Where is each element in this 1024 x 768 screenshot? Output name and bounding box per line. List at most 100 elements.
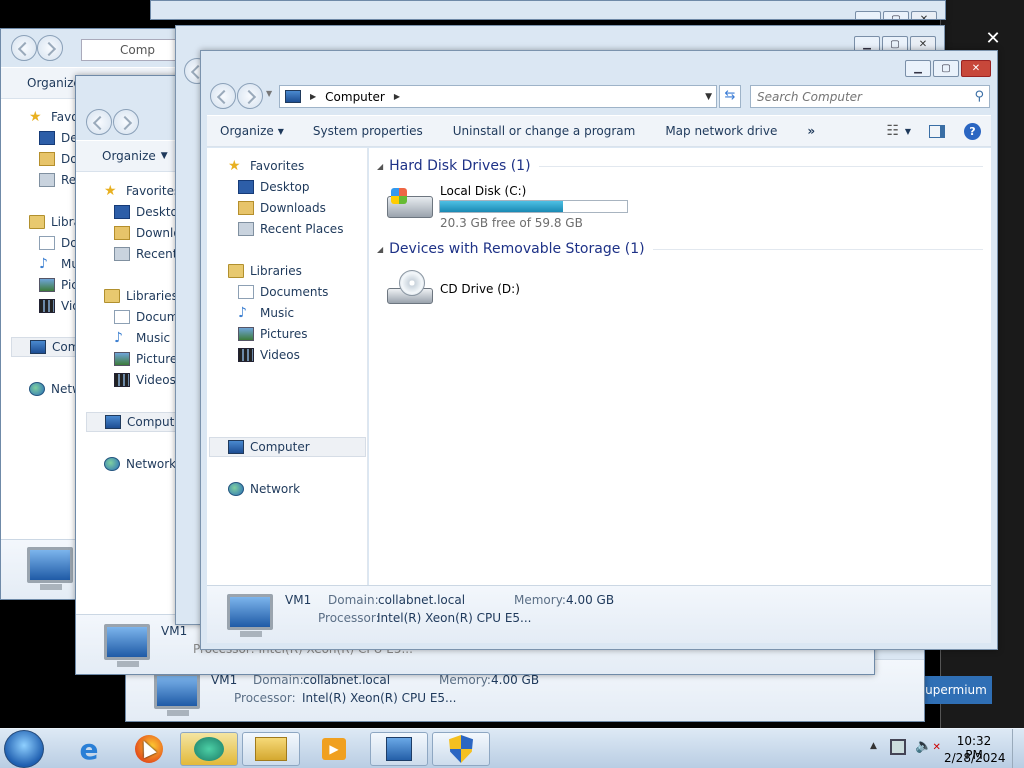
nav-videos[interactable]: Videos bbox=[136, 373, 176, 387]
back-button[interactable] bbox=[86, 109, 112, 135]
nav-libraries[interactable]: Libraries bbox=[126, 289, 178, 303]
help-icon[interactable]: ? bbox=[964, 122, 981, 140]
close-button[interactable]: ✕ bbox=[911, 11, 937, 19]
network-icon bbox=[29, 382, 45, 396]
show-hidden-icons-icon[interactable]: ▲ bbox=[870, 741, 877, 751]
computer-management-icon[interactable] bbox=[370, 732, 428, 766]
preview-pane-icon[interactable] bbox=[929, 124, 945, 138]
back-button[interactable] bbox=[11, 35, 37, 61]
nav-downloads[interactable]: Downloads bbox=[260, 201, 326, 215]
partial-window-label[interactable]: upermium bbox=[920, 676, 992, 704]
organize-menu[interactable]: Organize bbox=[76, 149, 171, 163]
minimize-button[interactable]: ▁ bbox=[855, 11, 881, 19]
volume-muted-icon[interactable]: 🔈✕ bbox=[915, 738, 941, 754]
background-window-2[interactable]: ▁ ▢ ✕ bbox=[150, 0, 946, 20]
address-dropdown-icon[interactable]: ▼ bbox=[705, 92, 712, 102]
memory-value: 4.00 GB bbox=[566, 593, 615, 607]
nav-videos[interactable]: Videos bbox=[260, 348, 300, 362]
recent-pages-chevron-icon[interactable]: ▼ bbox=[266, 89, 272, 98]
documents-icon bbox=[114, 310, 130, 324]
network-tray-icon[interactable] bbox=[890, 739, 906, 755]
computer-icon bbox=[228, 440, 244, 454]
videos-icon bbox=[114, 373, 130, 387]
view-options-chevron-icon[interactable]: ▼ bbox=[905, 127, 911, 136]
domain-value: collabnet.local bbox=[303, 673, 391, 687]
system-properties-button[interactable]: System properties bbox=[298, 124, 438, 138]
address-bar[interactable]: ▶ Computer ▶ ▼ bbox=[279, 85, 717, 108]
memory-label: Memory: bbox=[514, 593, 566, 607]
drive-cd-d[interactable]: CD Drive (D:) bbox=[385, 266, 585, 316]
processor-value: Intel(R) Xeon(R) CPU E5... bbox=[377, 611, 532, 625]
start-button[interactable] bbox=[4, 730, 44, 768]
back-button[interactable] bbox=[210, 83, 236, 109]
show-desktop-button[interactable] bbox=[1012, 729, 1024, 768]
nav-network[interactable]: Network bbox=[250, 482, 300, 496]
remote-app-icon[interactable] bbox=[180, 732, 238, 766]
nav-recent-places[interactable]: Recent Places bbox=[260, 222, 343, 236]
main-explorer-window[interactable]: ▁ ▢ ✕ ▼ ▶ Computer ▶ ▼ ⇆ ⚲ Organize▼ Sys… bbox=[200, 50, 998, 650]
refresh-button[interactable]: ⇆ bbox=[719, 85, 741, 108]
nav-libraries[interactable]: Libraries bbox=[250, 264, 302, 278]
nav-desktop[interactable]: Desktop bbox=[260, 180, 310, 194]
organize-menu[interactable]: Organize bbox=[207, 124, 289, 138]
processor-value: Intel(R) Xeon(R) CPU E5... bbox=[302, 691, 457, 705]
minimize-button[interactable]: ▁ bbox=[905, 60, 931, 77]
drive-local-disk-c[interactable]: Local Disk (C:) 20.3 GB free of 59.8 GB bbox=[385, 182, 635, 230]
search-input[interactable] bbox=[757, 89, 963, 104]
cd-disc-icon bbox=[399, 270, 425, 296]
nav-computer[interactable]: Compute bbox=[127, 415, 182, 429]
domain-value: collabnet.local bbox=[378, 593, 466, 607]
clock-date[interactable]: 2/28/2024 bbox=[944, 751, 1006, 765]
drive-c-free-space: 20.3 GB free of 59.8 GB bbox=[440, 216, 583, 230]
nav-downloads[interactable]: Downlo bbox=[136, 226, 181, 240]
nav-computer[interactable]: Computer bbox=[250, 440, 310, 454]
nav-documents[interactable]: Documents bbox=[260, 285, 328, 299]
recent-places-icon bbox=[238, 222, 254, 236]
recent-icon bbox=[114, 247, 130, 261]
media-player-icon[interactable]: ▶ bbox=[305, 732, 363, 766]
network-icon bbox=[228, 482, 244, 496]
collapse-arrow-icon[interactable]: ◢ bbox=[377, 245, 383, 254]
breadcrumb-separator-icon[interactable]: ▶ bbox=[310, 92, 316, 101]
vm-name: VM1 bbox=[211, 673, 238, 687]
background-close-button[interactable]: ✕ bbox=[978, 28, 1008, 52]
nav-pictures[interactable]: Pictures bbox=[260, 327, 308, 341]
map-network-drive-button[interactable]: Map network drive bbox=[650, 124, 792, 138]
more-commands-button[interactable]: » bbox=[792, 124, 830, 138]
forward-button[interactable] bbox=[237, 83, 263, 109]
breadcrumb-arrow-icon[interactable]: ▶ bbox=[394, 92, 400, 101]
search-icon[interactable]: ⚲ bbox=[974, 89, 984, 104]
uninstall-program-button[interactable]: Uninstall or change a program bbox=[438, 124, 651, 138]
group-header-removable[interactable]: ◢ Devices with Removable Storage (1) bbox=[377, 239, 983, 259]
maximize-button[interactable]: ▢ bbox=[883, 11, 909, 19]
nav-network[interactable]: Network bbox=[126, 457, 176, 471]
computer-icon bbox=[30, 340, 46, 354]
internet-explorer-icon[interactable]: e bbox=[60, 732, 118, 766]
star-icon: ★ bbox=[29, 109, 42, 125]
downloads-icon bbox=[238, 201, 254, 215]
organize-chevron-icon: ▼ bbox=[277, 126, 284, 136]
recent-icon bbox=[39, 173, 55, 187]
group-header-hard-disks[interactable]: ◢ Hard Disk Drives (1) bbox=[377, 156, 983, 176]
maximize-button[interactable]: ▢ bbox=[933, 60, 959, 77]
collapse-arrow-icon[interactable]: ◢ bbox=[377, 162, 383, 171]
forward-button[interactable] bbox=[37, 35, 63, 61]
close-button[interactable]: ✕ bbox=[961, 60, 991, 77]
breadcrumb-computer[interactable]: Computer bbox=[325, 90, 385, 104]
computer-large-icon bbox=[154, 673, 200, 716]
nav-music[interactable]: Music bbox=[136, 331, 170, 345]
nav-favorites[interactable]: Favorites bbox=[126, 184, 180, 198]
downloads-icon bbox=[114, 226, 130, 240]
windows-explorer-icon[interactable] bbox=[242, 732, 300, 766]
vm-name: VM1 bbox=[161, 624, 188, 638]
pictures-icon bbox=[238, 327, 254, 341]
content-pane: ◢ Hard Disk Drives (1) Local Disk (C:) 2… bbox=[369, 148, 991, 590]
nav-favorites[interactable]: Favorites bbox=[250, 159, 304, 173]
view-options-icon[interactable]: ☷ bbox=[886, 123, 899, 139]
nav-music[interactable]: Music bbox=[260, 306, 294, 320]
chevron-down-icon: ▼ bbox=[160, 151, 168, 161]
security-shield-icon[interactable] bbox=[432, 732, 490, 766]
search-box[interactable]: ⚲ bbox=[750, 85, 990, 108]
memory-label: Memory: bbox=[439, 673, 491, 687]
forward-button[interactable] bbox=[113, 109, 139, 135]
